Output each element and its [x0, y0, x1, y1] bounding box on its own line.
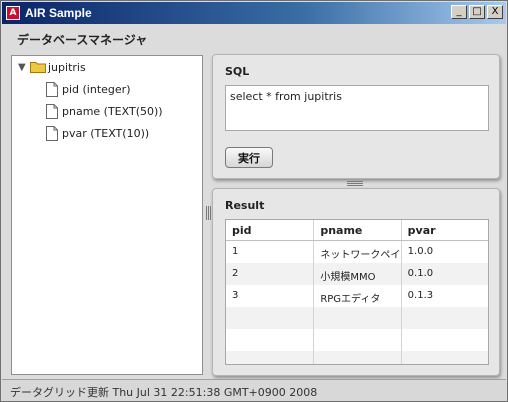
maximize-button[interactable]: □	[469, 5, 485, 19]
vertical-split-handle[interactable]	[205, 206, 211, 220]
table-row[interactable]: 1 ネットワークペイント 1.0.0	[226, 241, 488, 263]
window-title: AIR Sample	[25, 6, 92, 20]
table-cell: 0.1.3	[407, 290, 434, 301]
schema-tree: ▼ jupitris pid (integer) pname (TEXT(50)…	[11, 55, 203, 375]
result-datagrid[interactable]: pid pname pvar 1 ネットワークペイント 1.0.0 2 小規模M…	[225, 219, 489, 365]
tree-root-label: jupitris	[48, 60, 86, 74]
tree-item[interactable]: pvar (TEXT(10))	[46, 124, 149, 142]
folder-icon	[30, 62, 46, 73]
app-icon: A	[6, 6, 20, 20]
title-bar[interactable]: A AIR Sample _ □ X	[2, 2, 506, 24]
tree-item-label: pname (TEXT(50))	[62, 104, 163, 118]
column-header-pid[interactable]: pid	[226, 220, 315, 240]
execute-button[interactable]: 実行	[225, 147, 273, 168]
table-cell: 3	[226, 285, 315, 307]
sql-query-input[interactable]: select * from jupitris	[225, 85, 489, 131]
app-window: A AIR Sample _ □ X データベースマネージャ ▼ jupitri…	[0, 0, 508, 402]
file-icon	[46, 125, 58, 141]
close-button[interactable]: X	[487, 5, 503, 19]
file-icon	[46, 103, 58, 119]
table-cell: 0.1.0	[407, 268, 434, 279]
result-panel: Result pid pname pvar 1 ネットワークペイント 1.0.0…	[212, 188, 500, 376]
sql-panel: SQL select * from jupitris 実行	[212, 54, 500, 179]
minimize-button[interactable]: _	[451, 5, 467, 19]
tree-item-label: pvar (TEXT(10))	[62, 126, 150, 140]
table-cell: 2	[226, 263, 315, 285]
tree-item[interactable]: pname (TEXT(50))	[46, 102, 163, 120]
column-header-pname[interactable]: pname	[314, 220, 402, 240]
table-cell: ネットワークペイント	[314, 241, 402, 263]
table-row[interactable]: 2 小規模MMO 0.1.0	[226, 263, 488, 285]
table-cell: 1	[226, 241, 315, 263]
table-cell: 小規模MMO	[314, 263, 402, 285]
sql-panel-title: SQL	[225, 65, 250, 78]
empty-row	[226, 351, 488, 364]
grid-header-row: pid pname pvar	[226, 220, 488, 241]
horizontal-split-handle[interactable]	[347, 180, 363, 186]
table-cell: RPGエディタ	[314, 285, 402, 307]
window-controls: _ □ X	[451, 5, 503, 19]
column-header-pvar[interactable]: pvar	[402, 220, 488, 240]
table-row[interactable]: 3 RPGエディタ 0.1.3	[226, 285, 488, 307]
table-cell: 1.0.0	[407, 246, 434, 257]
result-panel-title: Result	[225, 199, 265, 212]
file-icon	[46, 81, 58, 97]
page-title: データベースマネージャ	[17, 33, 148, 47]
status-bar: データグリッド更新 Thu Jul 31 22:51:38 GMT+0900 2…	[2, 379, 506, 401]
tree-root-row[interactable]: ▼ jupitris	[18, 58, 86, 76]
expand-arrow-icon[interactable]: ▼	[18, 62, 28, 73]
tree-item[interactable]: pid (integer)	[46, 80, 130, 98]
empty-row	[226, 329, 488, 351]
empty-row	[226, 307, 488, 329]
tree-item-label: pid (integer)	[62, 82, 131, 96]
